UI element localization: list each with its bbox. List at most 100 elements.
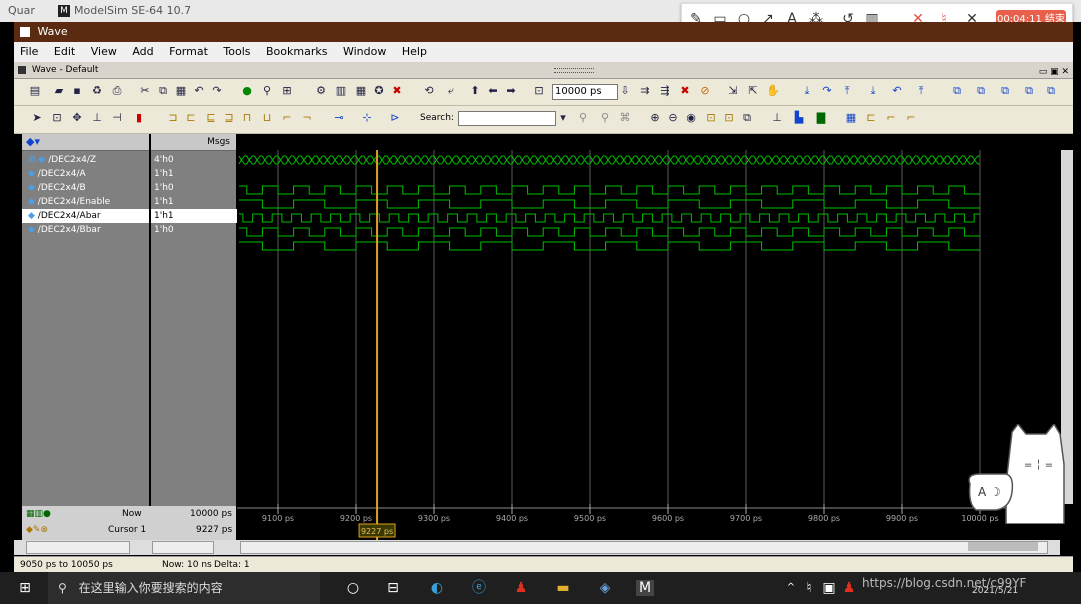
tray-chevron-icon[interactable]: ^ — [782, 580, 800, 596]
search-dropdown-icon[interactable]: ▾ — [556, 111, 570, 125]
signal-style-3-icon[interactable]: ⌐ — [904, 111, 918, 125]
wave-style-2-icon[interactable]: ▙ — [792, 111, 806, 125]
menu-tools[interactable]: Tools — [223, 45, 250, 58]
name-pane-scrollbar[interactable] — [26, 541, 130, 554]
reverse-step-icon[interactable]: ↶ — [890, 84, 904, 98]
select-mode-icon[interactable]: ➤ — [30, 111, 44, 125]
window-controls[interactable]: ▭ ▣ ✕ — [1039, 64, 1069, 80]
hand-icon[interactable]: ✋ — [766, 84, 780, 98]
search-go-icon[interactable]: ⚲ — [576, 111, 590, 125]
task-view-icon[interactable]: ⊟ — [384, 580, 402, 596]
search-filter-icon[interactable]: ⌘ — [618, 111, 632, 125]
step-out-icon[interactable]: ⤒ — [840, 84, 854, 98]
layout-3-icon[interactable]: ⧉ — [998, 84, 1012, 98]
reload-icon[interactable]: ♻ — [90, 84, 104, 98]
stop-icon[interactable]: ✖ — [390, 84, 404, 98]
wave-style-3-icon[interactable]: ▇ — [814, 111, 828, 125]
open-icon[interactable]: ▰ — [52, 84, 66, 98]
zoom-in-icon[interactable]: ⊕ — [648, 111, 662, 125]
signal-row[interactable]: ⊞ ◆ /DEC2x4/Z — [22, 153, 149, 167]
grid-icon[interactable]: ▦ — [844, 111, 858, 125]
menu-add[interactable]: Add — [132, 45, 153, 58]
run-icon[interactable]: ⇩ — [618, 84, 632, 98]
next-falling-icon[interactable]: ⊒ — [222, 111, 236, 125]
step-into-icon[interactable]: ⤓ — [800, 84, 814, 98]
tray-mic-icon[interactable]: ♮ — [800, 580, 818, 596]
layout-5-icon[interactable]: ⧉ — [1044, 84, 1058, 98]
run-length-input[interactable]: 10000 ps — [552, 84, 618, 100]
stop-mode-icon[interactable]: ▮ — [132, 111, 146, 125]
layout-1-icon[interactable]: ⧉ — [950, 84, 964, 98]
save-icon[interactable]: ▪ — [70, 84, 84, 98]
menu-file[interactable]: File — [20, 45, 38, 58]
undo-edit-icon[interactable]: ↶ — [192, 84, 206, 98]
drag-handle[interactable] — [554, 68, 594, 73]
tray-app-icon[interactable]: ▣ — [820, 580, 838, 596]
tray-qq-icon[interactable]: ♟ — [840, 580, 858, 596]
next-rising-icon[interactable]: ⊔ — [260, 111, 274, 125]
step-back-icon[interactable]: ⤓ — [866, 84, 880, 98]
value-pane-scrollbar[interactable] — [152, 541, 214, 554]
cortana-icon[interactable]: ○ — [344, 580, 362, 596]
waveform-canvas[interactable] — [237, 150, 1061, 504]
horizontal-scrollbars[interactable] — [14, 540, 1060, 555]
wave-pane-scrollbar[interactable] — [240, 541, 1048, 554]
menu-format[interactable]: Format — [169, 45, 208, 58]
forward-icon[interactable]: ➡ — [504, 84, 518, 98]
history-icon[interactable]: ⤶ — [444, 84, 458, 98]
run-all-icon[interactable]: ⇶ — [658, 84, 672, 98]
step-over-icon[interactable]: ⇱ — [746, 84, 760, 98]
layout-2-icon[interactable]: ⧉ — [974, 84, 988, 98]
up-icon[interactable]: ⬆ — [468, 84, 482, 98]
cut-icon[interactable]: ✂ — [138, 84, 152, 98]
signal-row[interactable]: ◆ /DEC2x4/B — [22, 181, 149, 195]
zoom-last-icon[interactable]: ⧉ — [740, 111, 754, 125]
next-edge-icon[interactable]: ⊏ — [184, 111, 198, 125]
prev-falling-icon[interactable]: ⊑ — [204, 111, 218, 125]
memory-icon[interactable]: ▥ — [334, 84, 348, 98]
menu-edit[interactable]: Edit — [54, 45, 75, 58]
edge-search-2-icon[interactable]: ¬ — [300, 111, 314, 125]
now-icons[interactable]: ▦▥● — [26, 509, 51, 519]
reverse-out-icon[interactable]: ⤒ — [914, 84, 928, 98]
step-icon[interactable]: ⇲ — [726, 84, 740, 98]
edge-browser-icon[interactable]: ◐ — [428, 580, 446, 596]
delete-cursor-icon[interactable]: ⊹ — [360, 111, 374, 125]
print-icon[interactable]: ⎙ — [110, 84, 124, 98]
insert-cursor-icon[interactable]: ⊸ — [332, 111, 346, 125]
menu-window[interactable]: Window — [343, 45, 386, 58]
windows-start-icon[interactable]: ⊞ — [16, 580, 34, 596]
signal-style-1-icon[interactable]: ⊏ — [864, 111, 878, 125]
cursor-icons[interactable]: ◆✎⊗ — [26, 525, 48, 535]
zoom-cursor-icon[interactable]: ⊡ — [704, 111, 718, 125]
restart-icon[interactable]: ⟲ — [422, 84, 436, 98]
zoom-full-icon[interactable]: ◉ — [684, 111, 698, 125]
zoom-mode-icon[interactable]: ⊡ — [50, 111, 64, 125]
prev-rising-icon[interactable]: ⊓ — [240, 111, 254, 125]
prev-edge-icon[interactable]: ⊐ — [166, 111, 180, 125]
qq-icon[interactable]: ♟ — [512, 580, 530, 596]
pan-mode-icon[interactable]: ✥ — [70, 111, 84, 125]
step-over-2-icon[interactable]: ↷ — [820, 84, 834, 98]
signal-row[interactable]: ◆ /DEC2x4/Bbar — [22, 223, 149, 237]
modelsim-tab[interactable]: ModelSim SE-64 10.7 — [74, 0, 191, 22]
signal-row[interactable]: ◆ /DEC2x4/A — [22, 167, 149, 181]
menu-bookmarks[interactable]: Bookmarks — [266, 45, 327, 58]
signal-row[interactable]: ◆ /DEC2x4/Enable — [22, 195, 149, 209]
paste-icon[interactable]: ▦ — [174, 84, 188, 98]
redo-edit-icon[interactable]: ↷ — [210, 84, 224, 98]
back-icon[interactable]: ⬅ — [486, 84, 500, 98]
ie-icon[interactable]: ⓔ — [470, 580, 488, 596]
stop-run-icon[interactable]: ⊘ — [698, 84, 712, 98]
zoom-out-icon[interactable]: ⊖ — [666, 111, 680, 125]
compile-icon[interactable]: ● — [240, 84, 254, 98]
edge-search-icon[interactable]: ⌐ — [280, 111, 294, 125]
file-explorer-icon[interactable]: ▬ — [554, 580, 572, 596]
layout-4-icon[interactable]: ⧉ — [1022, 84, 1036, 98]
find-icon[interactable]: ⚲ — [260, 84, 274, 98]
break-run-icon[interactable]: ✖ — [678, 84, 692, 98]
taskbar-search[interactable]: ⚲ 在这里输入你要搜索的内容 — [48, 572, 320, 604]
continue-icon[interactable]: ⇉ — [638, 84, 652, 98]
dataflow-icon[interactable]: ▦ — [354, 84, 368, 98]
search-options-icon[interactable]: ⚲ — [598, 111, 612, 125]
